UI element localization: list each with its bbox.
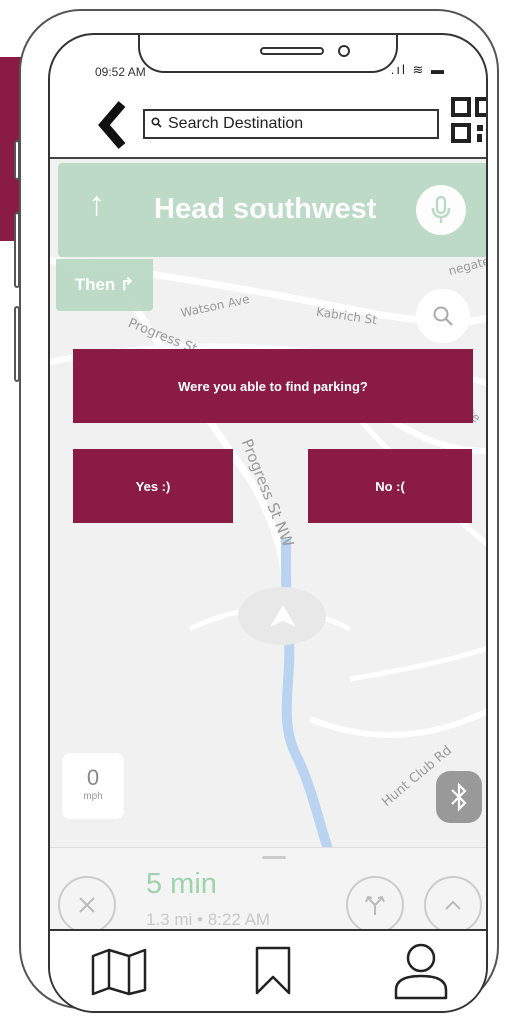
microphone-icon: [431, 195, 451, 223]
close-icon: [79, 897, 95, 913]
user-icon: [394, 943, 448, 1000]
chevron-up-icon: [445, 900, 461, 910]
yes-button[interactable]: Yes :): [73, 449, 233, 523]
camera-icon: [338, 45, 350, 57]
next-turn-box: Then ↱: [56, 259, 153, 311]
phone-screen: 09:52 AM .ıl ≋ ▬ Search Destination Wats…: [48, 33, 488, 1013]
alternate-routes-icon: [365, 895, 385, 915]
voice-button[interactable]: [416, 185, 466, 235]
status-bar: 09:52 AM .ıl ≋ ▬: [50, 35, 486, 95]
tab-profile[interactable]: [386, 941, 456, 1001]
search-input[interactable]: [168, 115, 418, 133]
speaker-icon: [260, 47, 324, 55]
parking-question: Were you able to find parking?: [73, 349, 473, 423]
eta-time: 5 min: [146, 868, 217, 900]
then-label: Then: [74, 275, 116, 294]
status-time: 09:52 AM: [95, 65, 146, 79]
search-icon: [433, 306, 453, 326]
tab-saved[interactable]: [238, 941, 308, 1001]
trip-details: 1.3 mi • 8:22 AM: [146, 910, 271, 929]
map-view[interactable]: Watson Ave Kabrich St Progress St Progre…: [50, 157, 486, 849]
map-icon: [91, 948, 147, 996]
expand-button[interactable]: [424, 876, 482, 934]
direction-banner[interactable]: ↑ Head southwest: [58, 163, 486, 257]
search-bar[interactable]: [143, 109, 439, 139]
qr-code-icon: [451, 97, 486, 143]
signal-wifi-battery-icon: .ıl ≋ ▬: [390, 62, 446, 77]
phone-frame: 09:52 AM .ıl ≋ ▬ Search Destination Wats…: [19, 9, 499, 1013]
speed-value: 0: [86, 765, 100, 790]
qr-scan-button[interactable]: [451, 97, 486, 145]
map-search-button[interactable]: [416, 289, 470, 343]
search-icon: [151, 117, 162, 131]
back-button[interactable]: [91, 95, 135, 155]
drag-handle[interactable]: [262, 856, 286, 859]
direction-instruction: Head southwest: [154, 193, 377, 225]
speed-unit: mph: [83, 791, 103, 802]
bookmark-icon: [255, 946, 291, 995]
tab-bar: [50, 929, 486, 1011]
tab-map[interactable]: [84, 941, 154, 1001]
alternate-routes-button[interactable]: [346, 876, 404, 934]
no-button[interactable]: No :(: [308, 449, 472, 523]
bluetooth-icon: [451, 782, 467, 812]
bluetooth-button[interactable]: [436, 771, 482, 823]
turn-right-icon: ↱: [120, 275, 135, 294]
straight-arrow-icon: ↑: [88, 185, 105, 223]
navigation-arrow-icon: [270, 605, 296, 627]
speedometer: 0 mph: [62, 753, 124, 819]
end-trip-button[interactable]: [58, 876, 116, 934]
chevron-left-icon: [98, 101, 126, 149]
